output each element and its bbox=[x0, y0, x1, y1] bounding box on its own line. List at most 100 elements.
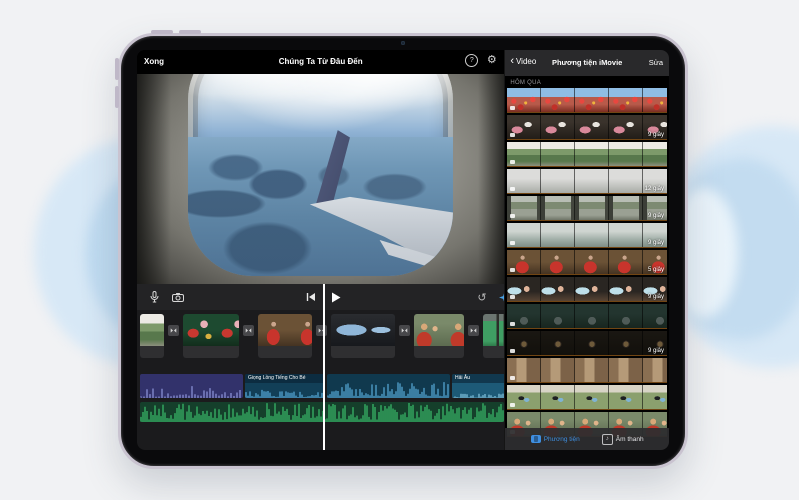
video-clip-icon bbox=[510, 133, 516, 137]
media-browser-panel: ‹ Video Phương tiện iMovie Sửa HÔM QUA 9… bbox=[504, 50, 669, 450]
clip-thumbnail bbox=[183, 314, 239, 346]
media-row-foodbowl[interactable]: 9 giây bbox=[507, 331, 667, 356]
clip-audio-strip bbox=[140, 346, 164, 358]
audio-segment-labeled[interactable]: Giọng Lồng Tiếng Cho Bé bbox=[245, 374, 325, 398]
imovie-app-screen: Xong Chúng Ta Từ Đâu Đến ? ⚙ ↺ Giọng Lồn… bbox=[137, 50, 669, 450]
timeline-clip-mountains[interactable] bbox=[140, 314, 164, 358]
clip-audio-strip bbox=[258, 346, 312, 358]
video-clip-icon bbox=[510, 376, 516, 380]
settings-gear-icon[interactable]: ⚙ bbox=[485, 54, 498, 67]
filmstrip-icon bbox=[530, 435, 541, 443]
media-rows: 9 giây 12 giây 9 giây 9 giây 5 giây 9 giây 9 g… bbox=[505, 88, 669, 450]
media-row-courtyard[interactable]: 9 giây bbox=[507, 196, 667, 221]
clip-duration: 9 giây bbox=[647, 132, 664, 138]
transition-icon[interactable] bbox=[168, 325, 179, 336]
transition-icon[interactable] bbox=[316, 325, 327, 336]
clip-audio-strip bbox=[414, 346, 464, 358]
timeline-clip-redperson[interactable] bbox=[258, 314, 312, 358]
media-row-fog[interactable]: 12 giây bbox=[507, 169, 667, 194]
media-row-couple[interactable] bbox=[507, 385, 667, 410]
media-row-baby[interactable]: 9 giây bbox=[507, 277, 667, 302]
timeline-clip-monks[interactable] bbox=[414, 314, 464, 358]
clip-duration: 5 giây bbox=[647, 267, 664, 273]
volume-up-button bbox=[115, 58, 119, 80]
play-button[interactable] bbox=[329, 290, 343, 304]
clip-duration: 9 giây bbox=[647, 213, 664, 219]
audio-segment[interactable] bbox=[140, 374, 243, 398]
tab-audio[interactable]: ♪ Âm thanh bbox=[601, 433, 644, 445]
clip-thumbnail bbox=[258, 314, 312, 346]
media-row-darkpink[interactable]: 9 giây bbox=[507, 115, 667, 140]
page-background: Xong Chúng Ta Từ Đâu Đến ? ⚙ ↺ Giọng Lồn… bbox=[0, 0, 799, 500]
video-clip-icon bbox=[510, 322, 516, 326]
waveform bbox=[245, 389, 323, 398]
media-row-tealtable[interactable] bbox=[507, 304, 667, 329]
video-clip-icon bbox=[510, 295, 516, 299]
clip-duration: 9 giây bbox=[647, 294, 664, 300]
timeline-clip-festive[interactable] bbox=[183, 314, 239, 358]
clip-duration: 9 giây bbox=[647, 240, 664, 246]
video-clip-icon bbox=[510, 268, 516, 272]
microphone-icon[interactable] bbox=[147, 290, 161, 304]
waveform bbox=[452, 393, 504, 398]
clip-audio-strip bbox=[183, 346, 239, 358]
volume-down-button bbox=[115, 86, 119, 108]
audio-segment[interactable] bbox=[327, 374, 450, 398]
timeline-clip-walkway[interactable] bbox=[483, 314, 505, 358]
clip-audio-strip bbox=[483, 346, 505, 358]
editor-section: Xong Chúng Ta Từ Đâu Đến ? ⚙ ↺ Giọng Lồn… bbox=[137, 50, 510, 450]
tab-audio-label: Âm thanh bbox=[615, 435, 644, 443]
media-row-redperson[interactable]: 5 giây bbox=[507, 250, 667, 275]
tab-media[interactable]: Phương tiện bbox=[530, 435, 580, 443]
clip-thumbnail bbox=[414, 314, 464, 346]
project-top-bar: Xong Chúng Ta Từ Đâu Đến ? ⚙ bbox=[137, 50, 505, 74]
airplane-wing bbox=[284, 127, 453, 276]
front-camera bbox=[401, 41, 405, 45]
ipad-device: Xong Chúng Ta Từ Đâu Đến ? ⚙ ↺ Giọng Lồn… bbox=[115, 30, 688, 469]
audio-segment-labeled[interactable]: Hải Âu bbox=[452, 374, 505, 398]
video-clip-icon bbox=[510, 160, 516, 164]
timeline[interactable]: ↺ Giọng Lồng Tiếng Cho Bé Hải Âu bbox=[137, 284, 510, 450]
media-row-buildings[interactable] bbox=[507, 358, 667, 383]
clip-duration: 9 giây bbox=[647, 348, 664, 354]
section-label-yesterday: HÔM QUA bbox=[510, 80, 542, 86]
video-clip-icon bbox=[510, 403, 516, 407]
media-panel-header: ‹ Video Phương tiện iMovie Sửa bbox=[505, 50, 669, 76]
skip-to-start-icon[interactable] bbox=[304, 290, 318, 304]
music-note-icon: ♪ bbox=[601, 433, 613, 445]
timeline-clip-airplane[interactable] bbox=[331, 314, 395, 358]
transition-icon[interactable] bbox=[399, 325, 410, 336]
media-row-mountains[interactable] bbox=[507, 142, 667, 167]
project-title: Chúng Ta Từ Đâu Đến bbox=[278, 57, 363, 66]
clip-duration: 12 giây bbox=[644, 186, 664, 192]
audio-segment-label: Hải Âu bbox=[452, 374, 505, 383]
tab-media-label: Phương tiện bbox=[543, 435, 580, 443]
clip-thumbnail bbox=[140, 314, 164, 346]
video-clip-icon bbox=[510, 349, 516, 353]
edit-button[interactable]: Sửa bbox=[649, 58, 663, 67]
media-row-lanterns[interactable] bbox=[507, 88, 667, 113]
top-button bbox=[151, 30, 173, 34]
media-panel-title: Phương tiện iMovie bbox=[551, 58, 623, 67]
video-clip-icon bbox=[510, 241, 516, 245]
waveform bbox=[327, 382, 449, 398]
clip-audio-strip bbox=[331, 346, 395, 358]
clip-thumbnail bbox=[331, 314, 395, 346]
timeline-toolbar: ↺ bbox=[137, 284, 510, 310]
airplane-window bbox=[188, 74, 453, 276]
video-clip-icon bbox=[510, 106, 516, 110]
transition-icon[interactable] bbox=[243, 325, 254, 336]
camera-icon[interactable] bbox=[171, 290, 185, 304]
video-clip-icon bbox=[510, 214, 516, 218]
clip-thumbnail bbox=[483, 314, 505, 346]
waveform bbox=[140, 386, 241, 398]
transition-icon[interactable] bbox=[468, 325, 479, 336]
audio-segment-label: Giọng Lồng Tiếng Cho Bé bbox=[245, 374, 325, 383]
video-clip-icon bbox=[510, 187, 516, 191]
undo-icon[interactable]: ↺ bbox=[475, 290, 489, 304]
wing-body bbox=[309, 196, 453, 276]
video-preview-viewer[interactable] bbox=[137, 74, 505, 284]
playhead[interactable] bbox=[323, 284, 325, 450]
media-row-fogmountain[interactable]: 9 giây bbox=[507, 223, 667, 248]
media-panel-tabs: Phương tiện ♪ Âm thanh bbox=[505, 428, 669, 450]
